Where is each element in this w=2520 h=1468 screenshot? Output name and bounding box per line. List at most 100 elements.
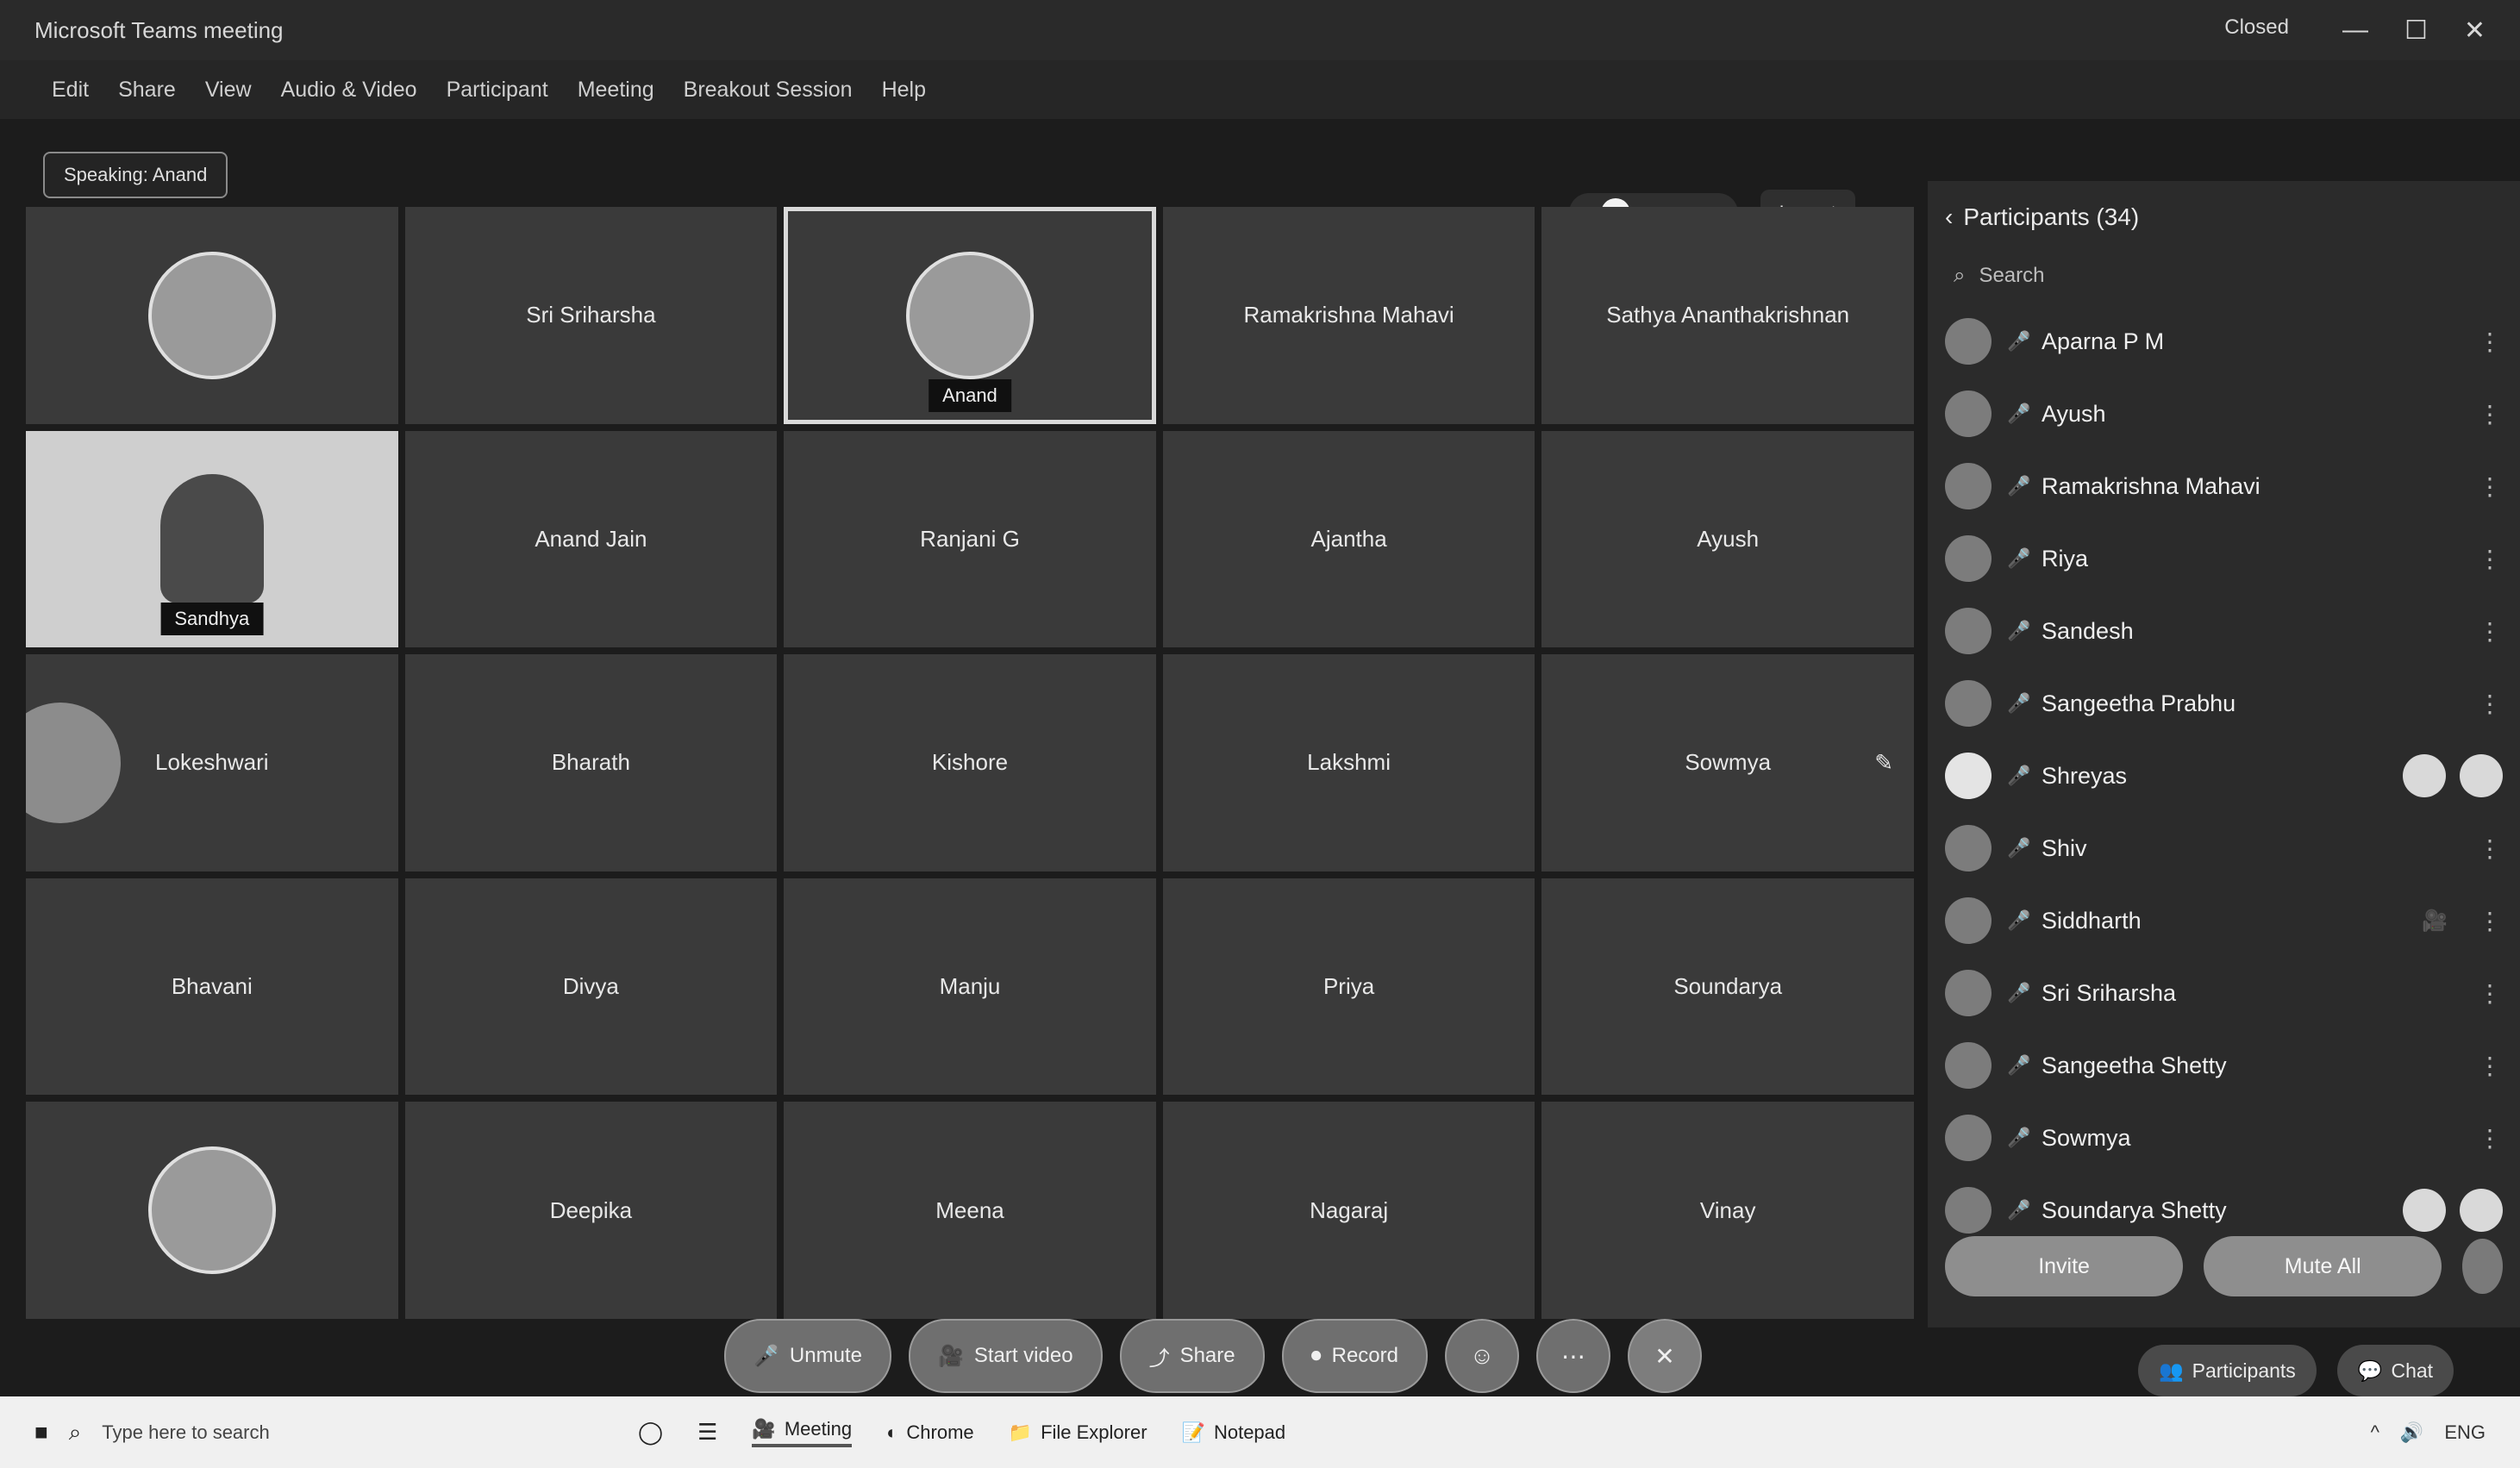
more-icon[interactable]: ⋮ (2477, 1124, 2503, 1153)
video-tile[interactable]: Anand Jain (404, 430, 778, 648)
video-tile[interactable]: Sowmya ✎ (1541, 654, 1914, 871)
video-tile[interactable]: Kishore (784, 654, 1156, 871)
video-tile[interactable]: Ranjani G (784, 430, 1156, 648)
video-tile[interactable]: Deepika (404, 1102, 778, 1319)
tray-overflow-icon[interactable]: ^ (2371, 1421, 2379, 1444)
task-view-icon[interactable]: ◯ (638, 1419, 663, 1446)
participant-row[interactable]: 🎤 Siddharth 🎥 ⋮ (1945, 884, 2503, 957)
participant-search[interactable]: ⌕ Search (1945, 253, 2503, 298)
video-tile[interactable]: Vinay (1541, 1102, 1914, 1319)
tile-participant-name: Sowmya (1685, 749, 1772, 776)
more-icon[interactable]: ⋮ (2477, 617, 2503, 646)
menu-audio-video[interactable]: Audio & Video (281, 78, 417, 103)
more-icon[interactable]: ⋮ (2477, 979, 2503, 1008)
participant-options-button[interactable] (2460, 754, 2503, 797)
more-icon[interactable]: ⋮ (2477, 834, 2503, 863)
participants-toggle[interactable]: 👥 Participants (2138, 1345, 2317, 1396)
more-icon[interactable]: ⋮ (2477, 472, 2503, 501)
video-camera-icon: 🎥 (2422, 909, 2448, 933)
video-tile[interactable]: Divya (404, 878, 778, 1096)
search-input[interactable]: Search (1979, 264, 2044, 288)
participant-row[interactable]: 🎤 Shiv ⋮ (1945, 812, 2503, 884)
participant-row[interactable]: 🎤 Riya ⋮ (1945, 522, 2503, 595)
maximize-button[interactable]: ☐ (2404, 16, 2428, 46)
more-icon[interactable]: ⋮ (2477, 545, 2503, 573)
invite-button[interactable]: Invite (1945, 1236, 2184, 1296)
unmute-participant-button[interactable] (2403, 754, 2446, 797)
menu-share[interactable]: Share (118, 78, 176, 103)
leave-button[interactable]: ✕ (1627, 1319, 1702, 1393)
more-icon[interactable]: ⋮ (2477, 1052, 2503, 1080)
more-button[interactable]: ⋯ (1535, 1319, 1610, 1393)
search-icon[interactable]: ⌕ (69, 1419, 82, 1446)
video-tile[interactable]: Priya (1162, 878, 1535, 1096)
participant-row[interactable]: 🎤 Sri Sriharsha ⋮ (1945, 957, 2503, 1029)
participant-row[interactable]: 🎤 Sangeetha Shetty ⋮ (1945, 1029, 2503, 1102)
menu-meeting[interactable]: Meeting (578, 78, 654, 103)
menu-view[interactable]: View (205, 78, 252, 103)
mute-all-button[interactable]: Mute All (2204, 1236, 2442, 1296)
video-tile[interactable]: Meena (784, 1102, 1156, 1319)
window-caption[interactable]: Closed (2224, 16, 2289, 46)
minimize-button[interactable]: — (2342, 16, 2368, 46)
participant-row[interactable]: 🎤 Aparna P M ⋮ (1945, 305, 2503, 378)
menu-participant[interactable]: Participant (447, 78, 548, 103)
participant-name: Shreyas (2042, 762, 2128, 789)
participant-row[interactable]: 🎤 Sandesh ⋮ (1945, 595, 2503, 667)
video-tile[interactable]: Ajantha (1162, 430, 1535, 648)
menu-breakout[interactable]: Breakout Session (684, 78, 853, 103)
widgets-icon[interactable]: ☰ (697, 1419, 717, 1446)
participant-row[interactable]: 🎤 Ayush ⋮ (1945, 378, 2503, 450)
taskbar-app-meeting[interactable]: 🎥 Meeting (752, 1417, 853, 1447)
more-options-button[interactable] (2462, 1239, 2504, 1294)
participant-actions: 🎥 ⋮ (2422, 907, 2503, 935)
video-tile[interactable]: Soundarya (1541, 878, 1914, 1096)
more-icon[interactable]: ⋮ (2477, 328, 2503, 356)
more-icon[interactable]: ⋮ (2477, 690, 2503, 718)
control-button[interactable]: 🎥 Start video (908, 1319, 1103, 1393)
tile-participant-name: Ramakrishna Mahavi (1243, 302, 1454, 328)
control-button[interactable]: ⤴ Share (1119, 1319, 1265, 1393)
video-tile[interactable]: Lokeshwari (26, 654, 398, 871)
volume-icon[interactable]: 🔊 (2400, 1421, 2423, 1444)
taskbar-app-explorer[interactable]: 📁 File Explorer (1009, 1421, 1147, 1444)
more-icon[interactable]: ⋮ (2477, 907, 2503, 935)
participant-row[interactable]: 🎤 Ramakrishna Mahavi ⋮ (1945, 450, 2503, 522)
participant-name: Ramakrishna Mahavi (2042, 472, 2260, 499)
meeting-app-icon: 🎥 (752, 1417, 776, 1440)
collapse-icon[interactable]: ‹ (1945, 203, 1953, 231)
menu-help[interactable]: Help (882, 78, 926, 103)
video-tile[interactable]: Ramakrishna Mahavi (1162, 207, 1535, 424)
window-controls: Closed — ☐ ✕ (2224, 16, 2520, 46)
video-tile[interactable]: Bhavani (26, 878, 398, 1096)
control-button[interactable]: 🎤 Unmute (724, 1319, 891, 1393)
video-tile[interactable]: Manju (784, 878, 1156, 1096)
video-tile[interactable]: Ayush (1541, 430, 1914, 648)
video-tile[interactable] (26, 207, 398, 424)
video-tile[interactable]: Bharath (404, 654, 778, 871)
chat-toggle[interactable]: 💬 Chat (2336, 1345, 2454, 1396)
video-tile[interactable]: Sandhya (26, 430, 398, 648)
windows-start-icon[interactable]: ■ (34, 1419, 48, 1446)
reactions-button[interactable]: ☺ (1444, 1319, 1519, 1393)
video-tile[interactable]: Anand (784, 207, 1156, 424)
more-icon[interactable]: ⋮ (2477, 400, 2503, 428)
close-button[interactable]: ✕ (2464, 16, 2486, 46)
taskbar-search[interactable]: Type here to search (102, 1421, 269, 1444)
window-title: Microsoft Teams meeting (34, 16, 284, 43)
menu-edit[interactable]: Edit (52, 78, 89, 103)
taskbar-app-chrome[interactable]: ◐ Chrome (886, 1421, 974, 1444)
video-tile[interactable]: Sathya Ananthakrishnan (1541, 207, 1914, 424)
video-tile[interactable]: Sri Sriharsha (404, 207, 778, 424)
video-tile[interactable] (26, 1102, 398, 1319)
control-button[interactable]: ⏺ Record (1281, 1319, 1428, 1393)
video-tile[interactable]: Lakshmi (1162, 654, 1535, 871)
language-indicator[interactable]: ENG (2444, 1421, 2486, 1444)
unmute-participant-button[interactable] (2403, 1189, 2446, 1232)
participant-row[interactable]: 🎤 Sangeetha Prabhu ⋮ (1945, 667, 2503, 740)
video-tile[interactable]: Nagaraj (1162, 1102, 1535, 1319)
participant-row[interactable]: 🎤 Sowmya ⋮ (1945, 1102, 2503, 1174)
taskbar-app-notepad[interactable]: 📝 Notepad (1182, 1421, 1286, 1444)
participant-row[interactable]: 🎤 Shreyas (1945, 740, 2503, 812)
participant-options-button[interactable] (2460, 1189, 2503, 1232)
